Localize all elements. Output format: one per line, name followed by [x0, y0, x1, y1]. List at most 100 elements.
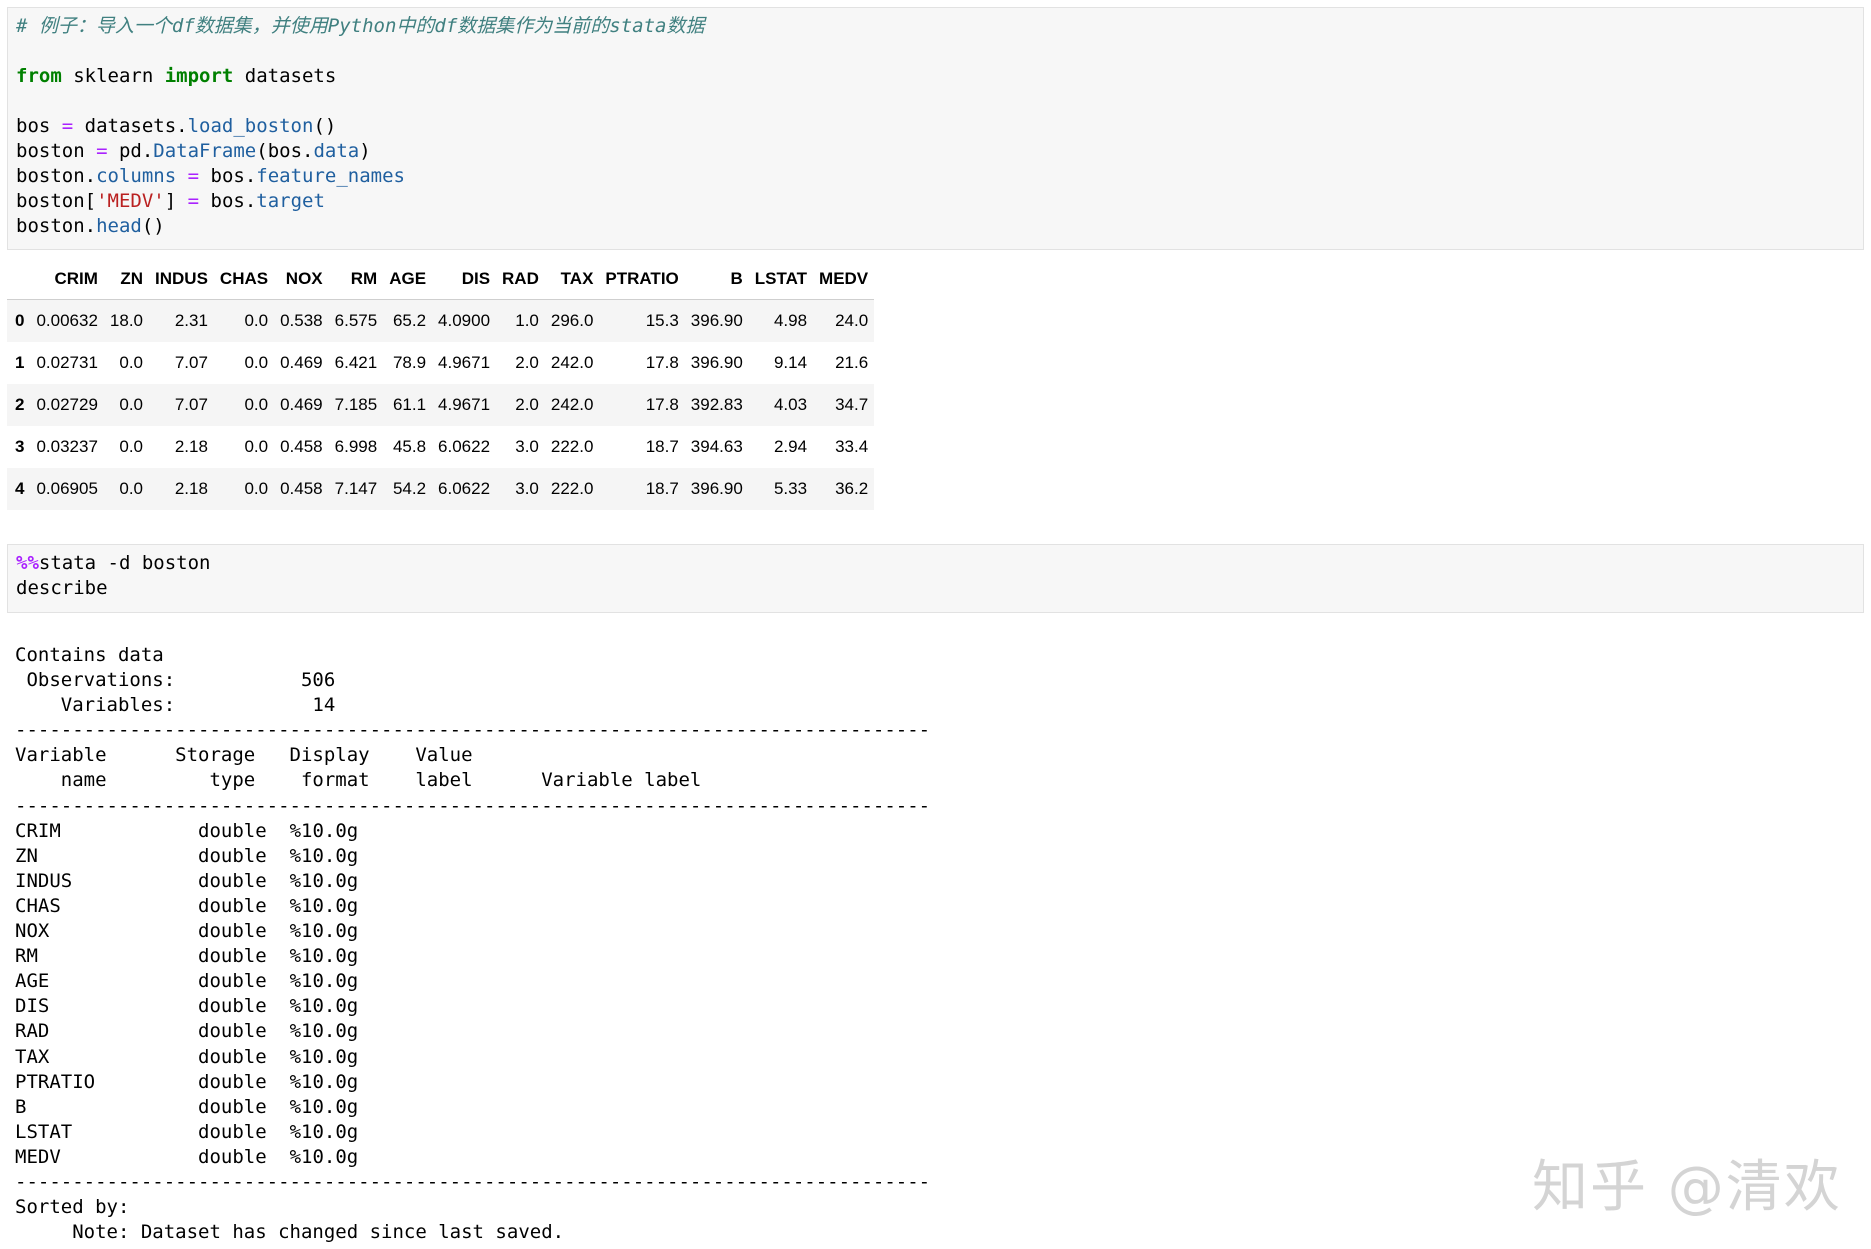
row-index: 1 [7, 342, 30, 384]
attribute: data [313, 140, 359, 162]
output-line: Variable Storage Display Value [15, 744, 473, 766]
column-header: B [685, 259, 749, 300]
code-token: boston. [16, 215, 96, 237]
table-cell: 7.07 [149, 384, 214, 426]
table-cell: 392.83 [685, 384, 749, 426]
column-header: LSTAT [749, 259, 813, 300]
code-token: boston [16, 140, 96, 162]
column-header: CHAS [214, 259, 274, 300]
code-token: boston[ [16, 190, 96, 212]
output-line: Sorted by: [15, 1196, 141, 1218]
table-row: 00.0063218.02.310.00.5386.57565.24.09001… [7, 300, 874, 343]
table-cell: 54.2 [383, 468, 432, 510]
table-cell: 2.94 [749, 426, 813, 468]
table-cell: 396.90 [685, 468, 749, 510]
code-token: pd. [108, 140, 154, 162]
code-token: datasets. [73, 115, 187, 137]
table-cell: 61.1 [383, 384, 432, 426]
table-row: 40.069050.02.180.00.4587.14754.26.06223.… [7, 468, 874, 510]
table-cell: 0.469 [274, 342, 329, 384]
output-line: name type format label Variable label [15, 769, 701, 791]
display-format: %10.0g [290, 820, 359, 842]
variable-row: CRIM double %10.0g [15, 820, 358, 842]
variable-name: B [15, 1096, 198, 1118]
code-token: ] [165, 190, 188, 212]
output-line: Variables: 14 [15, 694, 335, 716]
column-header: DIS [432, 259, 496, 300]
column-header: AGE [383, 259, 432, 300]
variable-name: PTRATIO [15, 1071, 198, 1093]
table-row: 30.032370.02.180.00.4586.99845.86.06223.… [7, 426, 874, 468]
variable-row: B double %10.0g [15, 1096, 358, 1118]
table-cell: 3.0 [496, 426, 545, 468]
code-token: sklearn [62, 65, 165, 87]
attribute: columns [96, 165, 176, 187]
variable-name: CRIM [15, 820, 198, 842]
storage-type: double [198, 1020, 267, 1042]
table-cell: 2.18 [149, 468, 214, 510]
variable-row: LSTAT double %10.0g [15, 1121, 358, 1143]
attribute: DataFrame [153, 140, 256, 162]
column-header: PTRATIO [599, 259, 684, 300]
variable-row: ZN double %10.0g [15, 845, 358, 867]
code-token: () [142, 215, 165, 237]
table-cell: 0.0 [104, 426, 149, 468]
variable-name: MEDV [15, 1146, 198, 1168]
output-line: ----------------------------------------… [15, 795, 930, 817]
output-line: Note: Dataset has changed since last sav… [15, 1221, 564, 1243]
table-cell: 0.458 [274, 426, 329, 468]
column-header: RAD [496, 259, 545, 300]
variable-row: TAX double %10.0g [15, 1046, 358, 1068]
display-format: %10.0g [290, 920, 359, 942]
display-format: %10.0g [290, 1121, 359, 1143]
table-cell: 33.4 [813, 426, 874, 468]
table-cell: 18.0 [104, 300, 149, 343]
table-cell: 4.0900 [432, 300, 496, 343]
storage-type: double [198, 970, 267, 992]
display-format: %10.0g [290, 1071, 359, 1093]
display-format: %10.0g [290, 1020, 359, 1042]
table-cell: 4.9671 [432, 342, 496, 384]
column-header: ZN [104, 259, 149, 300]
table-cell: 2.31 [149, 300, 214, 343]
table-cell: 0.0 [214, 468, 274, 510]
row-index: 2 [7, 384, 30, 426]
code-token: ) [359, 140, 370, 162]
table-cell: 7.147 [329, 468, 384, 510]
attribute: target [256, 190, 325, 212]
table-cell: 15.3 [599, 300, 684, 343]
storage-type: double [198, 920, 267, 942]
variable-row: RM double %10.0g [15, 945, 358, 967]
variable-row: CHAS double %10.0g [15, 895, 358, 917]
code-token: bos. [199, 165, 256, 187]
column-header: RM [329, 259, 384, 300]
table-cell: 34.7 [813, 384, 874, 426]
storage-type: double [198, 1146, 267, 1168]
table-cell: 21.6 [813, 342, 874, 384]
table-cell: 17.8 [599, 342, 684, 384]
table-cell: 222.0 [545, 468, 600, 510]
variable-name: NOX [15, 920, 198, 942]
table-header-row: CRIMZNINDUSCHASNOXRMAGEDISRADTAXPTRATIOB… [7, 259, 874, 300]
table-cell: 4.9671 [432, 384, 496, 426]
table-cell: 3.0 [496, 468, 545, 510]
table-cell: 6.998 [329, 426, 384, 468]
code-cell-python[interactable]: # 例子：导入一个df数据集，并使用Python中的df数据集作为当前的stat… [7, 7, 1864, 250]
table-cell: 9.14 [749, 342, 813, 384]
table-cell: 394.63 [685, 426, 749, 468]
code-comment: # 例子：导入一个df数据集，并使用Python中的df数据集作为当前的stat… [16, 15, 704, 37]
display-format: %10.0g [290, 970, 359, 992]
code-token: datasets [233, 65, 336, 87]
index-header [7, 259, 30, 300]
column-header: MEDV [813, 259, 874, 300]
table-cell: 0.00632 [30, 300, 103, 343]
code-cell-stata[interactable]: %%stata -d boston describe [7, 544, 1864, 613]
table-cell: 242.0 [545, 384, 600, 426]
table-cell: 0.458 [274, 468, 329, 510]
column-header: NOX [274, 259, 329, 300]
variable-row: INDUS double %10.0g [15, 870, 358, 892]
column-header: INDUS [149, 259, 214, 300]
storage-type: double [198, 820, 267, 842]
table-cell: 0.0 [104, 384, 149, 426]
display-format: %10.0g [290, 995, 359, 1017]
